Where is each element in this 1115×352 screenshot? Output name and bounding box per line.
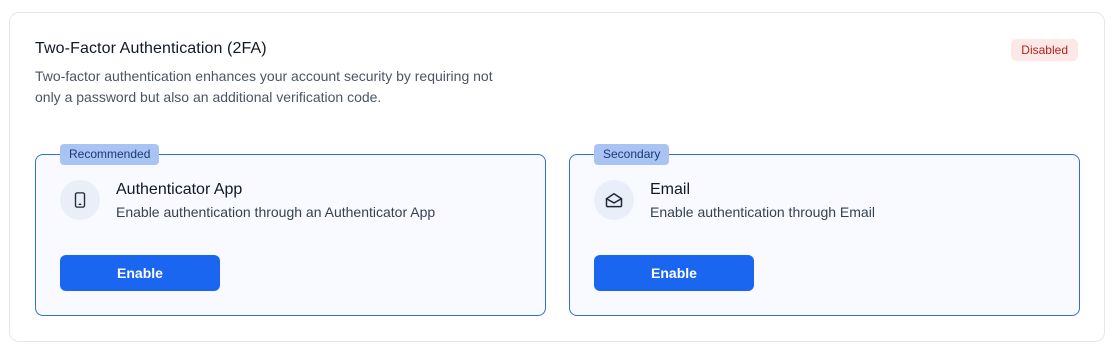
smartphone-icon [60, 180, 100, 220]
email-option: Secondary Email Enable authentication th… [569, 144, 1080, 316]
option-description: Enable authentication through Email [650, 204, 875, 220]
section-title: Two-Factor Authentication (2FA) [35, 40, 267, 57]
option-description: Enable authentication through an Authent… [116, 204, 436, 220]
recommended-badge: Recommended [60, 144, 160, 165]
status-badge: Disabled [1011, 39, 1078, 61]
enable-authenticator-button[interactable]: Enable [60, 255, 220, 291]
enable-email-button[interactable]: Enable [594, 255, 754, 291]
option-title: Authenticator App [116, 181, 243, 198]
secondary-badge: Secondary [594, 144, 670, 165]
envelope-icon [594, 180, 634, 220]
section-description: Two-factor authentication enhances your … [35, 68, 493, 105]
option-title: Email [650, 181, 691, 198]
two-factor-card: Two-Factor Authentication (2FA) Two-fact… [9, 12, 1105, 342]
authenticator-app-option: Recommended Authenticator App Enable aut… [35, 144, 546, 316]
